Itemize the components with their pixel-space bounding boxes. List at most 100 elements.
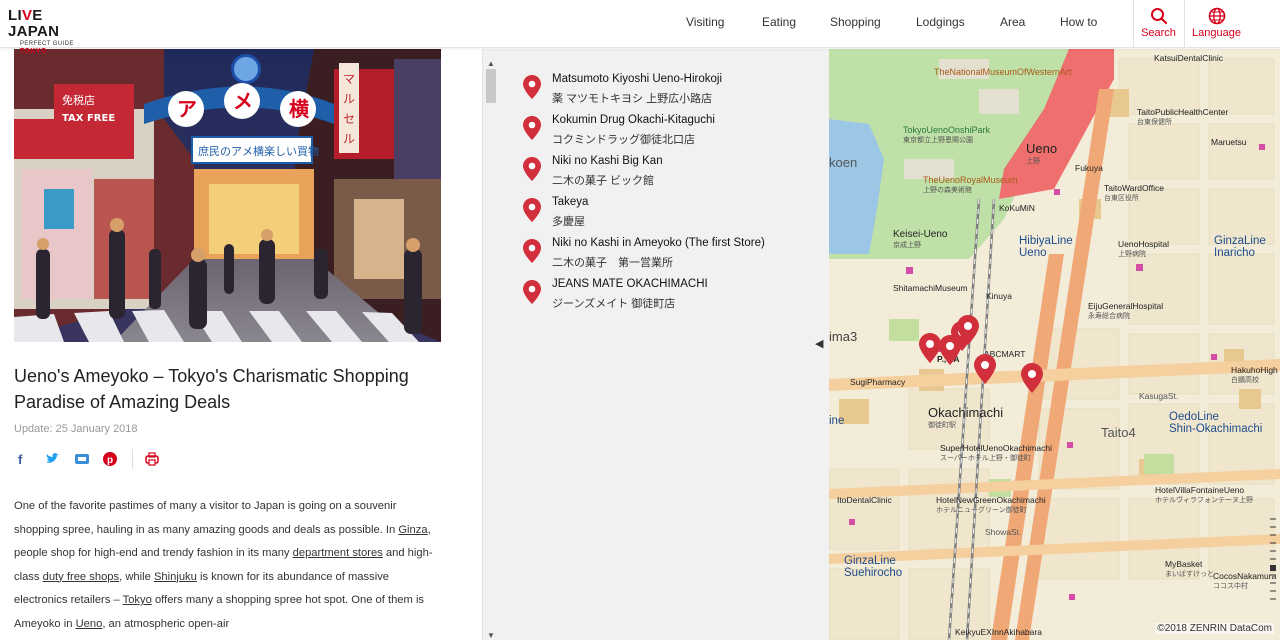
- site-header: LIVE JAPAN PERFECT GUIDE TOKYO Visiting …: [0, 0, 1280, 56]
- store-name: JEANS MATE OKACHIMACHI: [552, 278, 708, 290]
- svg-text:セ: セ: [343, 112, 355, 126]
- nav-area[interactable]: Area: [1000, 15, 1025, 29]
- store-japanese-name: 二木の菓子 第一営業所: [552, 257, 673, 269]
- svg-text:p: p: [107, 455, 113, 466]
- list-scrollbar[interactable]: ▲ ▼: [485, 59, 497, 640]
- store-name: Takeya: [552, 196, 589, 208]
- map-label: CocosNakamura ココス中村: [1213, 571, 1277, 590]
- store-item[interactable]: Takeya 多慶屋: [523, 196, 823, 234]
- map-label: TheUenoRoyalMuseum 上野の森美術館: [923, 175, 1018, 194]
- map-label: SuperHotelUenoOkachimachi スーパーホテル上野・御徒町: [940, 443, 1052, 462]
- map-label: HotelNewGreenOkachimachi ホテルニューグリーン御徒町: [936, 495, 1046, 514]
- svg-text:f: f: [18, 452, 23, 467]
- link-ueno[interactable]: Ueno: [76, 618, 103, 630]
- link-shinjuku[interactable]: Shinjuku: [154, 571, 197, 583]
- nav-eating[interactable]: Eating: [762, 15, 796, 29]
- pinterest-share-icon[interactable]: p: [102, 451, 118, 467]
- map-marker-pin[interactable]: [919, 333, 941, 363]
- search-icon: [1150, 8, 1167, 25]
- map-label: ItoDentalClinic: [837, 495, 892, 505]
- map-label: MyBasket まいばすけっと: [1165, 559, 1214, 578]
- map-label: GinzaLine Inaricho: [1214, 235, 1266, 259]
- nav-visiting[interactable]: Visiting: [686, 15, 724, 29]
- article-title: Ueno's Ameyoko – Tokyo's Charismatic Sho…: [14, 366, 409, 412]
- map-pin-icon: [523, 116, 541, 140]
- map-label: ine: [829, 415, 845, 427]
- map-pin-icon: [523, 157, 541, 181]
- map-label: Okachimachi 御徒町駅: [928, 405, 1004, 429]
- map-attribution: ©2018 ZENRIN DataCom: [1155, 623, 1274, 634]
- svg-text:横: 横: [289, 97, 310, 121]
- live-japan-logo[interactable]: LIVE JAPAN PERFECT GUIDE TOKYO: [8, 8, 98, 56]
- map-marker-pin[interactable]: [1021, 363, 1043, 393]
- language-button[interactable]: Language: [1184, 0, 1248, 48]
- twitter-share-icon[interactable]: [44, 451, 60, 467]
- map-label: TokyoUenoOnshiPark 東京都立上野恩賜公園: [903, 125, 991, 144]
- search-button[interactable]: Search: [1133, 0, 1183, 48]
- map-label: UenoHospital 上野病院: [1118, 239, 1170, 258]
- print-icon[interactable]: [144, 451, 160, 467]
- map-label: Ueno 上野: [1026, 141, 1058, 165]
- mixi-share-icon[interactable]: [74, 451, 90, 467]
- store-item[interactable]: Matsumoto Kiyoshi Ueno-Hirokoji 薬 マツモトキヨ…: [523, 73, 823, 111]
- scroll-thumb[interactable]: [486, 69, 496, 103]
- store-name: Niki no Kashi Big Kan: [552, 155, 663, 167]
- globe-icon: [1208, 7, 1225, 25]
- collapse-panel-arrow-icon[interactable]: ◀: [815, 337, 823, 350]
- link-ginza[interactable]: Ginza: [398, 524, 427, 536]
- language-label: Language: [1192, 27, 1241, 39]
- map-label: OedoLine Shin-Okachimachi: [1169, 411, 1263, 435]
- store-list-panel: ▲ ▼ Matsumoto Kiyoshi Ueno-Hirokoji 薬 マツ…: [482, 49, 829, 640]
- store-japanese-name: ジーンズメイト 御徒町店: [552, 298, 676, 310]
- svg-text:メ: メ: [233, 89, 253, 113]
- map-label: KoKuMiN: [999, 203, 1035, 213]
- map-label: Fukuya: [1075, 163, 1103, 173]
- map-pin-icon: [523, 239, 541, 263]
- facebook-share-icon[interactable]: f: [14, 451, 30, 467]
- map-pin-icon: [523, 75, 541, 99]
- map-label: TheNationalMuseumOfWesternArt: [934, 67, 1072, 77]
- map-label: SugiPharmacy: [850, 377, 906, 387]
- map-marker-pin[interactable]: [957, 315, 979, 345]
- svg-text:マ: マ: [343, 72, 355, 86]
- map-label: Maruetsu: [1211, 137, 1247, 147]
- store-item[interactable]: Niki no Kashi in Ameyoko (The first Stor…: [523, 237, 823, 275]
- hero-sign-text: ア: [177, 97, 197, 121]
- svg-text:免税店: 免税店: [62, 93, 95, 107]
- map-label: ShowaSt.: [985, 527, 1022, 537]
- nav-shopping[interactable]: Shopping: [830, 15, 881, 29]
- map-label: ShitamachiMuseum: [893, 283, 968, 293]
- update-date: Update: 25 January 2018: [14, 423, 138, 435]
- link-tokyo[interactable]: Tokyo: [123, 594, 152, 606]
- store-japanese-name: 二木の菓子 ビック館: [552, 175, 655, 187]
- nav-lodgings[interactable]: Lodgings: [916, 15, 965, 29]
- map-label: KasugaSt.: [1139, 391, 1179, 401]
- store-item[interactable]: Kokumin Drug Okachi-Kitaguchi コクミンドラッグ御徒…: [523, 114, 823, 152]
- scroll-down-arrow-icon[interactable]: ▼: [487, 631, 495, 640]
- svg-text:ル: ル: [343, 92, 355, 106]
- map-pin-icon: [523, 280, 541, 304]
- store-japanese-name: 多慶屋: [552, 216, 585, 228]
- map-label: HakuhoHigh 白鵬高校: [1231, 365, 1278, 384]
- map-label: KatsuiDentalClinic: [1154, 53, 1223, 63]
- scroll-up-arrow-icon[interactable]: ▲: [487, 59, 495, 68]
- map-label: Taito4: [1101, 425, 1136, 440]
- link-duty-free-shops[interactable]: duty free shops: [43, 571, 120, 583]
- map-label: KeikyuEXInnAkihabara: [955, 627, 1042, 637]
- map-marker-pin[interactable]: [974, 354, 996, 384]
- store-item[interactable]: JEANS MATE OKACHIMACHI ジーンズメイト 御徒町店: [523, 278, 823, 316]
- nav-how-to[interactable]: How to: [1060, 15, 1097, 29]
- ameyoko-hero-image: ア メ 横 庶民のアメ横楽しい買物 免税店 TAX FREE マ ル セ ル: [14, 49, 441, 342]
- svg-text:ル: ル: [343, 132, 355, 146]
- store-item[interactable]: Niki no Kashi Big Kan 二木の菓子 ビック館: [523, 155, 823, 193]
- map-label: HotelVillaFontaineUeno ホテルヴィラフォンテーヌ上野: [1155, 485, 1253, 504]
- link-department-stores[interactable]: department stores: [293, 547, 383, 559]
- store-map[interactable]: TheNationalMuseumOfWesternArt TokyoUenoO…: [829, 49, 1280, 640]
- map-label: GinzaLine Suehirocho: [844, 555, 903, 579]
- map-label: koen: [829, 155, 858, 170]
- article-body: One of the favorite pastimes of many a v…: [14, 500, 433, 630]
- store-name: Kokumin Drug Okachi-Kitaguchi: [552, 114, 715, 126]
- zoom-scale-bar[interactable]: [1270, 517, 1276, 605]
- search-label: Search: [1141, 27, 1176, 39]
- article-column: ア メ 横 庶民のアメ横楽しい買物 免税店 TAX FREE マ ル セ ル U…: [0, 49, 482, 640]
